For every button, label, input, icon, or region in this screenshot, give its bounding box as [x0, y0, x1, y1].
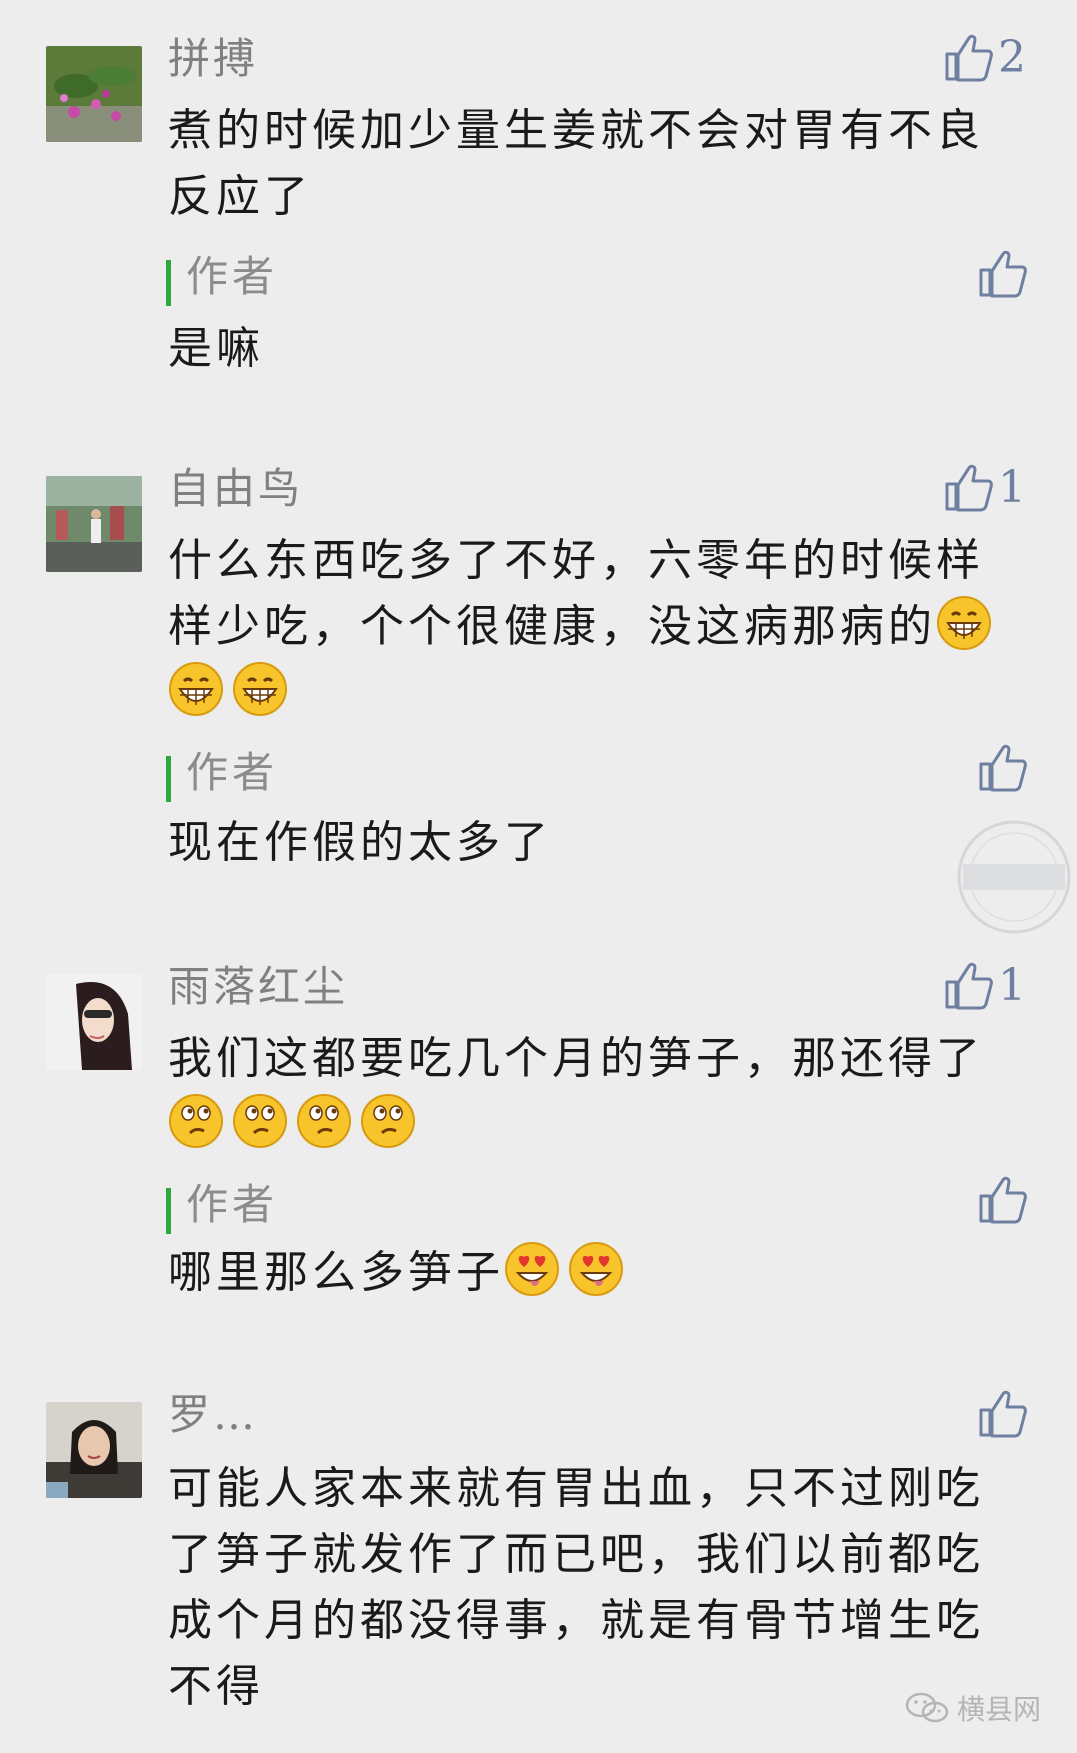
- like-count: 1: [998, 960, 1026, 1011]
- avatar[interactable]: [46, 974, 142, 1070]
- comment-body: 什么东西吃多了不好，六零年的时候样样少吃，个个很健康，没这病那病的: [168, 528, 1030, 726]
- reply-text: 哪里那么多笋子: [168, 1247, 504, 1298]
- username: 雨落红尘: [168, 962, 349, 1011]
- reply-indicator: [166, 260, 171, 306]
- thumbs-up-icon: [979, 744, 1027, 792]
- thumbs-up-icon: [945, 34, 993, 82]
- thumbs-up-icon: [945, 962, 993, 1010]
- like-button[interactable]: 2: [944, 34, 1026, 82]
- avatar-woman-image: [46, 974, 142, 1070]
- comment-body: 我们这都要吃几个月的笋子，那还得了: [168, 1026, 1030, 1158]
- reply-author-label: 作者: [186, 1180, 279, 1229]
- avatar[interactable]: [46, 476, 142, 572]
- like-count: 2: [998, 32, 1026, 83]
- thumbs-up-icon: [979, 1390, 1027, 1438]
- thumbs-up-icon: [979, 250, 1027, 298]
- grin-emoji-icon: [937, 596, 991, 650]
- comment-text: 我们这都要吃几个月的笋子，那还得了: [168, 1033, 984, 1084]
- comment-text: 可能人家本来就有胃出血，只不过刚吃了笋子就发作了而已吧，我们以前都吃成个月的都没…: [168, 1463, 984, 1712]
- grin-emoji-icon: [169, 662, 223, 716]
- footer-brand-name: 横县网: [956, 1693, 1041, 1726]
- reply-text: 是嘛: [168, 323, 264, 374]
- avatar-woman-portrait-image: [46, 1402, 142, 1498]
- like-button[interactable]: 1: [944, 464, 1026, 512]
- reply-author-label: 作者: [186, 748, 279, 797]
- reply-body: 哪里那么多笋子: [168, 1240, 1030, 1306]
- reply-like-button[interactable]: [978, 744, 1028, 792]
- heart-eyes-emoji-icon: [505, 1242, 559, 1296]
- like-button[interactable]: 1: [944, 962, 1026, 1010]
- reply-like-button[interactable]: [978, 1176, 1028, 1224]
- username: 罗…: [168, 1390, 259, 1439]
- avatar[interactable]: [46, 46, 142, 142]
- reply-author-label: 作者: [186, 252, 279, 301]
- like-button[interactable]: [978, 1390, 1028, 1438]
- reply-indicator: [166, 1188, 171, 1234]
- wechat-icon: [905, 1692, 949, 1723]
- footer-brand: 横县网: [905, 1688, 1041, 1728]
- reply-like-button[interactable]: [978, 250, 1028, 298]
- puzzled-emoji-icon: [297, 1094, 351, 1148]
- puzzled-emoji-icon: [233, 1094, 287, 1148]
- avatar[interactable]: [46, 1402, 142, 1498]
- puzzled-emoji-icon: [169, 1094, 223, 1148]
- username: 自由鸟: [168, 464, 304, 513]
- username: 拼搏: [168, 34, 259, 83]
- thumbs-up-icon: [945, 464, 993, 512]
- reply-text: 现在作假的太多了: [168, 817, 552, 868]
- like-count: 1: [998, 462, 1026, 513]
- heart-eyes-emoji-icon: [569, 1242, 623, 1296]
- comment-text: 煮的时候加少量生姜就不会对胃有不良反应了: [168, 105, 984, 222]
- puzzled-emoji-icon: [361, 1094, 415, 1148]
- reply-indicator: [166, 756, 171, 802]
- comment-text: 什么东西吃多了不好，六零年的时候样样少吃，个个很健康，没这病那病的: [168, 535, 984, 652]
- avatar-flower-image: [46, 46, 142, 142]
- grin-emoji-icon: [233, 662, 287, 716]
- watermark-seal-icon: [957, 820, 1071, 934]
- avatar-person-outdoor-image: [46, 476, 142, 572]
- thumbs-up-icon: [979, 1176, 1027, 1224]
